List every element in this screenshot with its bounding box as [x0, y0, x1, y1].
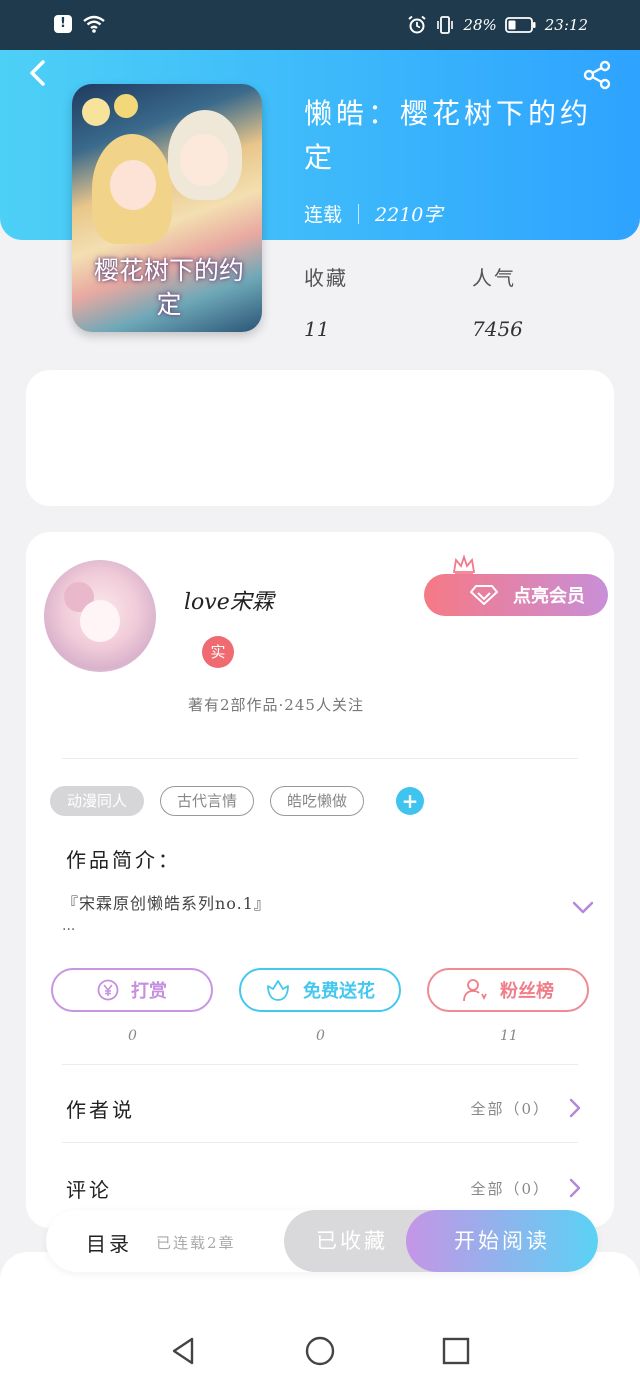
author-stats: 著有2部作品·245人关注: [188, 696, 364, 714]
catalog-button[interactable]: 目录: [86, 1228, 132, 1257]
author-name[interactable]: love宋霖: [184, 584, 274, 616]
bottom-action-bar: 目录 已连载2章 已收藏 开始阅读: [46, 1210, 598, 1272]
tag-item[interactable]: 皓吃懒做: [270, 786, 365, 816]
intro-ellipsis: ...: [62, 918, 76, 934]
lantern-shape: [114, 94, 138, 118]
status-left: !: [54, 14, 106, 34]
author-avatar[interactable]: [44, 560, 156, 672]
reward-label: 打赏: [131, 981, 167, 1002]
intro-text: 『宋霖原创懒皓系列no.1』: [62, 894, 271, 913]
status-bar: ! 28% 23:12: [0, 0, 640, 50]
fan-rank-label: 粉丝榜: [500, 981, 554, 1002]
author-notes-all[interactable]: 全部（0）: [470, 1098, 550, 1119]
favorites-label: 收藏: [304, 266, 348, 290]
book-cover[interactable]: 樱花树下的约定: [72, 84, 262, 332]
chevron-down-icon[interactable]: [572, 900, 594, 916]
vibrate-icon: [437, 16, 454, 34]
meta-divider: [358, 203, 360, 224]
book-status: 连载: [304, 204, 343, 226]
empty-card: [26, 370, 614, 506]
book-meta: 连载 2210字: [304, 200, 442, 227]
favorites-stat: 收藏 11: [304, 262, 348, 341]
back-arrow-icon[interactable]: [24, 58, 54, 88]
lantern-shape: [82, 98, 110, 126]
free-flower-count: 0: [316, 1028, 325, 1044]
reward-count: 0: [128, 1028, 137, 1044]
chevron-right-icon[interactable]: [568, 1178, 582, 1198]
divider: [62, 1064, 578, 1065]
intro-title: 作品简介：: [66, 848, 181, 872]
character-face: [110, 160, 156, 210]
comments-label: 评论: [66, 1178, 112, 1202]
chapters-updated: 已连载2章: [156, 1234, 236, 1252]
avatar-face: [80, 600, 120, 642]
yen-coin-icon: [97, 979, 119, 1001]
flower-icon: [267, 980, 289, 1001]
battery-icon: [504, 17, 536, 33]
divider: [62, 1142, 578, 1143]
status-right: 28% 23:12: [407, 15, 588, 35]
author-notes-row[interactable]: 作者说 全部（0）: [62, 1088, 590, 1128]
recents-square-icon[interactable]: [440, 1335, 472, 1367]
popularity-label: 人气: [472, 266, 516, 290]
fan-rank-count: 11: [500, 1028, 518, 1044]
diamond-icon: [470, 585, 498, 605]
system-nav-bar: [0, 1307, 640, 1387]
free-flower-label: 免费送花: [303, 981, 375, 1002]
book-title: 懒皓：樱花树下的约定: [304, 97, 593, 174]
tag-item[interactable]: 动漫同人: [50, 786, 145, 816]
popularity-stat: 人气 7456: [472, 262, 523, 341]
comments-row[interactable]: 评论 全部（0）: [62, 1168, 590, 1208]
favorites-value: 11: [304, 317, 330, 341]
cover-title: 樱花树下的约定: [93, 256, 244, 319]
battery-percent: 28%: [463, 16, 497, 34]
add-tag-button[interactable]: +: [396, 787, 425, 815]
popularity-value: 7456: [472, 317, 523, 341]
comments-all[interactable]: 全部（0）: [470, 1178, 550, 1199]
vip-button[interactable]: 点亮会员: [424, 574, 608, 616]
word-count: 2210字: [375, 204, 443, 226]
character-face: [180, 134, 228, 186]
start-reading-button[interactable]: 开始阅读: [406, 1210, 598, 1272]
wifi-icon: [83, 15, 105, 33]
alert-icon: !: [54, 15, 72, 33]
free-flower-button[interactable]: 免费送花: [239, 968, 401, 1012]
share-icon[interactable]: [582, 60, 612, 90]
clock: 23:12: [544, 16, 588, 34]
author-card: love宋霖 实 著有2部作品·245人关注 点亮会员 动漫同人 古代言情 皓吃…: [26, 532, 614, 1228]
tag-list: 动漫同人 古代言情 皓吃懒做 +: [50, 786, 425, 816]
reward-button[interactable]: 打赏: [51, 968, 213, 1012]
tag-item[interactable]: 古代言情: [160, 786, 255, 816]
verified-badge: 实: [202, 636, 234, 668]
vip-button-label: 点亮会员: [513, 586, 585, 607]
crown-icon: [452, 554, 476, 575]
divider: [62, 758, 578, 759]
back-triangle-icon[interactable]: [168, 1335, 200, 1367]
user-icon: [463, 979, 487, 1002]
author-notes-label: 作者说: [66, 1098, 135, 1122]
home-circle-icon[interactable]: [304, 1335, 336, 1367]
chevron-right-icon[interactable]: [568, 1098, 582, 1118]
alarm-icon: [408, 15, 427, 34]
fan-rank-button[interactable]: 粉丝榜: [427, 968, 589, 1012]
